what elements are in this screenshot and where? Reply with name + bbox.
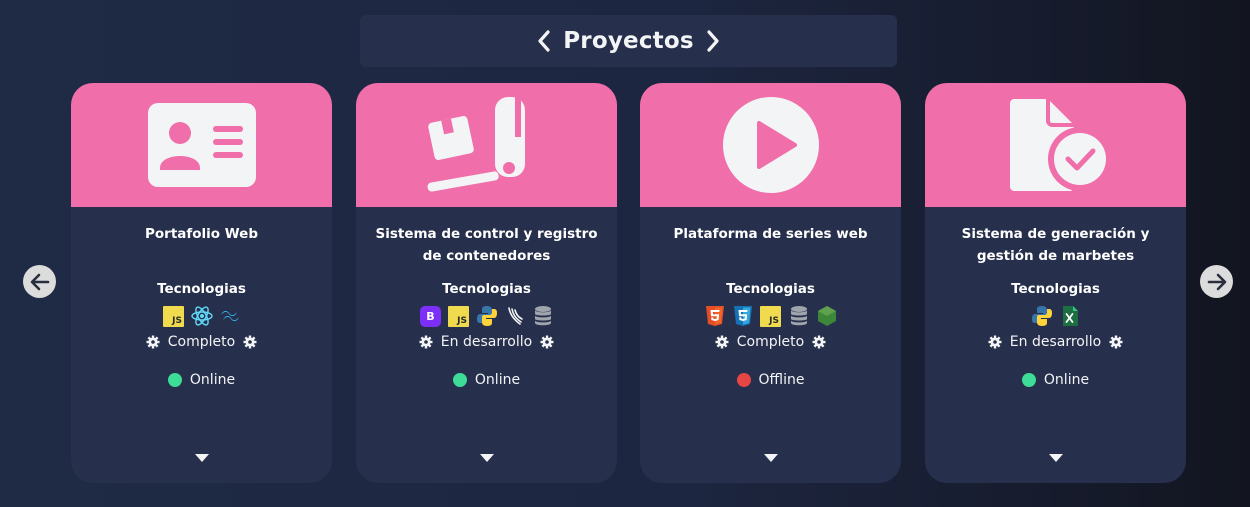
javascript-badge-text: JS [163,305,184,327]
project-title: Plataforma de series web [673,226,868,242]
gear-icon [715,335,729,349]
gear-icon [540,335,554,349]
availability-text: Online [1043,372,1090,388]
availability-indicator: Online [356,372,617,388]
online-dot-icon [1021,373,1036,387]
database-icon [532,305,554,327]
nodejs-icon [816,305,838,327]
project-card: Portafolio Web Tecnologias JS Completo O… [71,83,332,483]
file-check-icon [1009,99,1112,191]
arrow-left-icon [30,273,49,290]
project-title: Portafolio Web [145,226,258,242]
project-status: En desarrollo [925,334,1186,350]
gear-icon [1109,335,1123,349]
gear-icon [419,335,433,349]
status-text: Completo [167,334,236,350]
caret-down-icon[interactable] [1048,453,1064,463]
availability-text: Offline [758,372,805,388]
technologies-list [925,305,1186,327]
gear-icon [243,335,257,349]
bootstrap-badge-text: B [420,305,441,327]
chevron-right-icon[interactable] [706,30,720,52]
arrow-right-icon [1207,273,1226,290]
python-icon [1031,305,1053,327]
javascript-icon: JS [760,305,782,327]
availability-indicator: Online [925,372,1186,388]
database-icon [788,305,810,327]
caret-down-icon[interactable] [194,453,210,463]
offline-dot-icon [736,373,751,387]
caret-down-icon[interactable] [479,453,495,463]
project-title: Sistema de generación y gestión de marbe… [961,226,1150,264]
availability-indicator: Offline [640,372,901,388]
flask-icon [504,305,526,327]
project-card: Sistema de control y registro de contene… [356,83,617,483]
status-text: En desarrollo [440,334,533,350]
card-banner [640,83,901,207]
project-status: Completo [640,334,901,350]
card-banner [925,83,1186,207]
technologies-list: JS [71,305,332,327]
play-circle-icon [722,97,819,193]
javascript-icon: JS [163,305,185,327]
project-status: En desarrollo [356,334,617,350]
technologies-label: Tecnologias [442,281,531,297]
python-icon [476,305,498,327]
excel-icon [1059,305,1081,327]
tailwind-icon [219,305,241,327]
caret-down-icon[interactable] [763,453,779,463]
javascript-icon: JS [448,305,470,327]
html5-icon [704,305,726,327]
gear-icon [812,335,826,349]
card-banner [71,83,332,207]
online-dot-icon [167,373,182,387]
project-status: Completo [71,334,332,350]
bootstrap-icon: B [420,305,442,327]
availability-indicator: Online [71,372,332,388]
technologies-label: Tecnologias [157,281,246,297]
gear-icon [146,335,160,349]
technologies-label: Tecnologias [726,281,815,297]
chevron-left-icon[interactable] [537,30,551,52]
css3-icon [732,305,754,327]
availability-text: Online [189,372,236,388]
id-card-icon [147,103,256,187]
javascript-badge-text: JS [760,305,781,327]
section-title: Proyectos [563,28,694,54]
technologies-list: B JS [356,305,617,327]
card-banner [356,83,617,207]
react-icon [190,305,213,327]
hand-truck-icon [426,97,525,192]
status-text: Completo [736,334,805,350]
project-card: Plataforma de series web Tecnologias JS [640,83,901,483]
carousel-prev-button[interactable] [23,265,56,298]
online-dot-icon [452,373,467,387]
carousel-next-button[interactable] [1200,265,1233,298]
availability-text: Online [474,372,521,388]
project-card: Sistema de generación y gestión de marbe… [925,83,1186,483]
technologies-label: Tecnologias [1011,281,1100,297]
project-title: Sistema de control y registro de contene… [375,226,598,264]
javascript-badge-text: JS [448,305,469,327]
section-header: Proyectos [360,15,897,67]
status-text: En desarrollo [1009,334,1102,350]
technologies-list: JS [640,305,901,327]
gear-icon [988,335,1002,349]
